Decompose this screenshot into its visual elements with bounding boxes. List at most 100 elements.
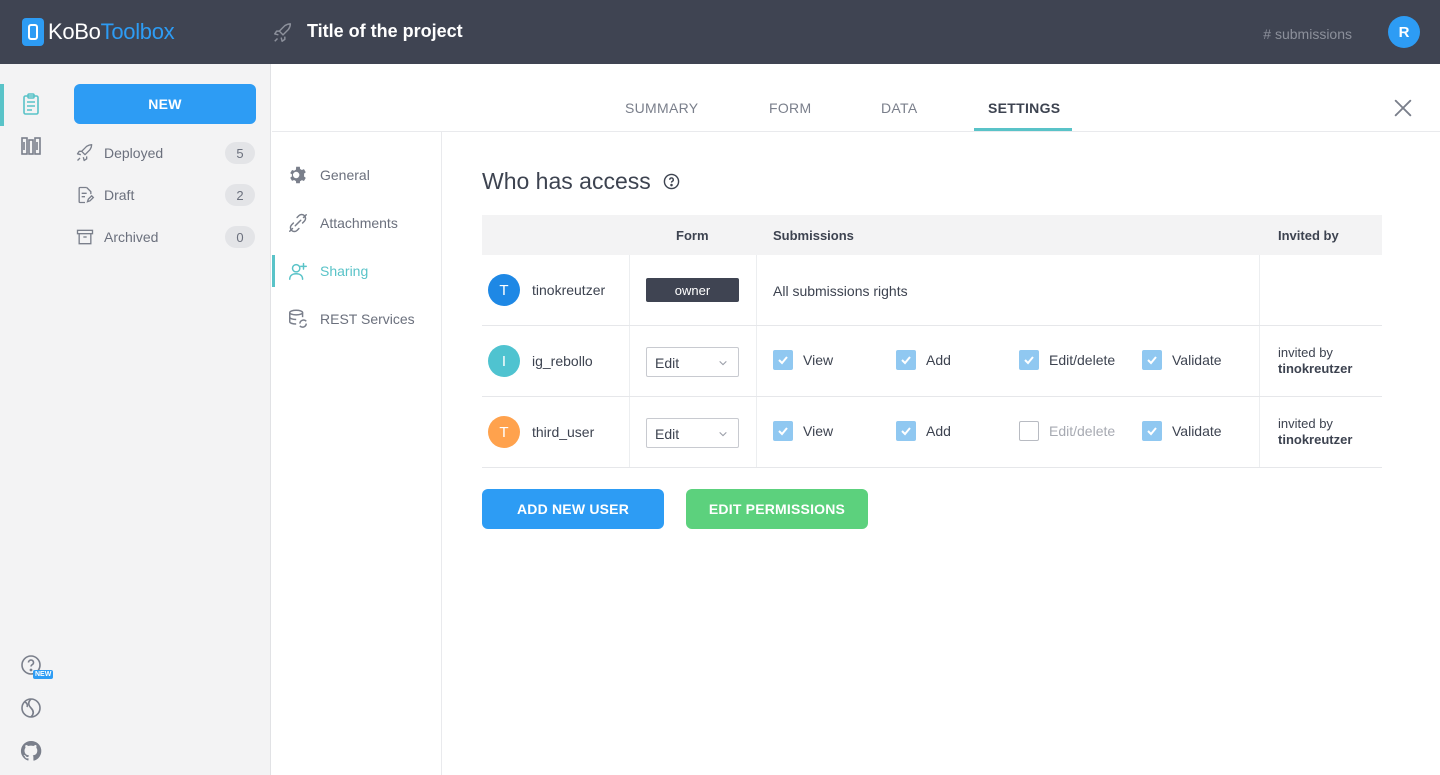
checkbox-checked[interactable] xyxy=(773,421,793,441)
column-divider xyxy=(629,326,630,396)
sidebar-item-label: Draft xyxy=(104,187,135,203)
settings-nav-general[interactable]: General xyxy=(272,159,441,191)
settings-nav-label: Attachments xyxy=(320,215,398,231)
settings-nav: General Attachments Sharing REST Service… xyxy=(272,132,442,775)
form-permission-select[interactable]: Edit xyxy=(646,418,739,448)
new-project-button[interactable]: NEW xyxy=(74,84,256,124)
column-divider xyxy=(629,397,630,467)
check-icon xyxy=(1147,356,1157,365)
permission-view[interactable]: View xyxy=(773,350,833,370)
avatar: T xyxy=(488,416,520,448)
permission-label: Add xyxy=(926,423,951,439)
count-badge: 2 xyxy=(225,184,255,206)
checkbox-checked[interactable] xyxy=(773,350,793,370)
username: third_user xyxy=(532,424,595,440)
tab-form[interactable]: FORM xyxy=(769,100,811,116)
permission-add[interactable]: Add xyxy=(896,421,951,441)
owner-badge: owner xyxy=(646,278,739,302)
count-badge: 0 xyxy=(225,226,255,248)
column-header-form: Form xyxy=(676,228,709,243)
user-avatar[interactable]: R xyxy=(1388,16,1420,48)
edit-permissions-button[interactable]: EDIT PERMISSIONS xyxy=(686,489,868,529)
sidebar-item-label: Archived xyxy=(104,229,159,245)
add-user-icon xyxy=(289,262,307,280)
column-divider xyxy=(756,255,757,325)
check-icon xyxy=(901,356,911,365)
settings-nav-rest-services[interactable]: REST Services xyxy=(272,303,441,335)
sidebar-item-archived[interactable]: Archived 0 xyxy=(75,221,255,253)
table-row: I ig_rebollo Edit View Add Edit/delete V… xyxy=(482,326,1382,397)
table-row: T tinokreutzer owner All submissions rig… xyxy=(482,255,1382,326)
check-icon xyxy=(778,356,788,365)
tab-summary[interactable]: SUMMARY xyxy=(625,100,698,116)
clipboard-icon[interactable] xyxy=(19,92,43,116)
column-divider xyxy=(1259,255,1260,325)
logo-mark-icon xyxy=(22,18,44,46)
permission-validate[interactable]: Validate xyxy=(1142,350,1222,370)
left-rail: NEW xyxy=(0,64,59,775)
checkbox-checked[interactable] xyxy=(1019,350,1039,370)
form-permission-select[interactable]: Edit xyxy=(646,347,739,377)
permission-validate[interactable]: Validate xyxy=(1142,421,1222,441)
database-sync-icon xyxy=(289,309,307,328)
username: tinokreutzer xyxy=(532,282,606,298)
column-divider xyxy=(1259,397,1260,467)
settings-nav-label: REST Services xyxy=(320,311,415,327)
select-value: Edit xyxy=(655,355,680,371)
settings-nav-label: General xyxy=(320,167,370,183)
column-divider xyxy=(629,255,630,325)
tab-settings[interactable]: SETTINGS xyxy=(988,100,1060,116)
permission-label: Edit/delete xyxy=(1049,352,1116,368)
table-header: Form Submissions Invited by xyxy=(482,215,1382,255)
check-icon xyxy=(901,427,911,436)
checkbox-unchecked[interactable] xyxy=(1019,421,1039,441)
rocket-icon xyxy=(76,144,93,162)
project-tabs: SUMMARY FORM DATA SETTINGS xyxy=(272,64,1440,132)
permission-label: View xyxy=(803,423,834,439)
column-divider xyxy=(756,397,757,467)
count-badge: 5 xyxy=(225,142,255,164)
attachment-icon xyxy=(289,213,307,233)
active-tab-indicator xyxy=(974,128,1072,131)
permission-edit-delete[interactable]: Edit/delete xyxy=(1019,421,1115,441)
checkbox-checked[interactable] xyxy=(896,421,916,441)
invited-by: invited by tinokreutzer xyxy=(1278,345,1353,376)
sidebar-item-deployed[interactable]: Deployed 5 xyxy=(75,137,255,169)
sidebar-item-draft[interactable]: Draft 2 xyxy=(75,179,255,211)
checkbox-checked[interactable] xyxy=(1142,350,1162,370)
globe-icon[interactable] xyxy=(19,696,43,720)
gear-icon xyxy=(290,166,306,184)
projects-sidebar: NEW Deployed 5 Draft 2 Archived 0 xyxy=(59,64,271,775)
tab-data[interactable]: DATA xyxy=(881,100,917,116)
check-icon xyxy=(778,427,788,436)
table-row: T third_user Edit View Add Edit/delete V… xyxy=(482,397,1382,468)
permission-view[interactable]: View xyxy=(773,421,833,441)
avatar: I xyxy=(488,345,520,377)
avatar: T xyxy=(488,274,520,306)
permission-edit-delete[interactable]: Edit/delete xyxy=(1019,350,1115,370)
top-bar: KoBoToolbox Title of the project # submi… xyxy=(0,0,1440,64)
github-icon[interactable] xyxy=(19,739,43,763)
library-icon[interactable] xyxy=(19,134,43,158)
kobotoolbox-logo[interactable]: KoBoToolbox xyxy=(22,17,175,47)
help-icon[interactable] xyxy=(663,173,680,190)
checkbox-checked[interactable] xyxy=(896,350,916,370)
close-icon[interactable] xyxy=(1392,97,1414,119)
settings-nav-attachments[interactable]: Attachments xyxy=(272,207,441,239)
checkbox-checked[interactable] xyxy=(1142,421,1162,441)
check-icon xyxy=(1024,356,1034,365)
permission-label: Edit/delete xyxy=(1049,423,1116,439)
check-icon xyxy=(1147,427,1157,436)
rocket-icon xyxy=(274,23,292,42)
project-title[interactable]: Title of the project xyxy=(307,21,463,42)
permission-label: Validate xyxy=(1172,352,1222,368)
column-header-invited-by: Invited by xyxy=(1278,228,1339,243)
add-new-user-button[interactable]: ADD NEW USER xyxy=(482,489,664,529)
select-value: Edit xyxy=(655,426,680,442)
settings-nav-label: Sharing xyxy=(320,263,369,279)
settings-nav-sharing[interactable]: Sharing xyxy=(272,255,441,287)
permission-add[interactable]: Add xyxy=(896,350,951,370)
sidebar-item-label: Deployed xyxy=(104,145,164,161)
column-divider xyxy=(1259,326,1260,396)
permission-label: Validate xyxy=(1172,423,1222,439)
